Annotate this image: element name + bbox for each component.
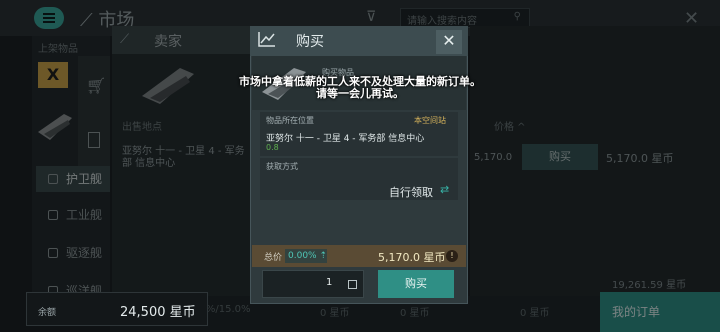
balance-label: 余额 [38, 308, 57, 318]
balance-value: 24,500 星币 [120, 305, 196, 320]
security-status: 0.8 [266, 143, 279, 152]
close-button[interactable]: ✕ [436, 30, 462, 54]
info-icon[interactable]: ! [446, 250, 458, 262]
total-label: 总价 [264, 253, 283, 263]
buy-button[interactable]: 购买 [378, 270, 454, 298]
keypad-icon[interactable] [348, 280, 357, 289]
chart-icon [258, 32, 275, 47]
current-station-tag: 本空间站 [414, 116, 446, 125]
close-icon: ✕ [442, 31, 456, 50]
quantity-value: 1 [326, 277, 333, 288]
tax-percent[interactable]: 0.00% ⇡ [285, 249, 327, 263]
total-value: 5,170.0 星币 [378, 251, 446, 264]
busy-notice-line-2: 请等一会儿再试。 [316, 87, 404, 100]
location-value: 亚努尔 十一 - 卫星 4 - 军务部 信息中心 [266, 134, 425, 144]
swap-icon[interactable]: ⇄ [440, 183, 449, 196]
adjust-icon: ⇡ [316, 251, 327, 261]
buy-dialog-title: 购买 [296, 34, 324, 50]
delivery-method-value: 自行领取 [389, 186, 433, 199]
location-label: 物品所在位置 [266, 116, 314, 125]
busy-notice: 市场中拿着低薪的工人来不及处理大量的新订单。 请等一会儿再试。 [210, 76, 510, 100]
delivery-method-label: 获取方式 [266, 162, 298, 171]
